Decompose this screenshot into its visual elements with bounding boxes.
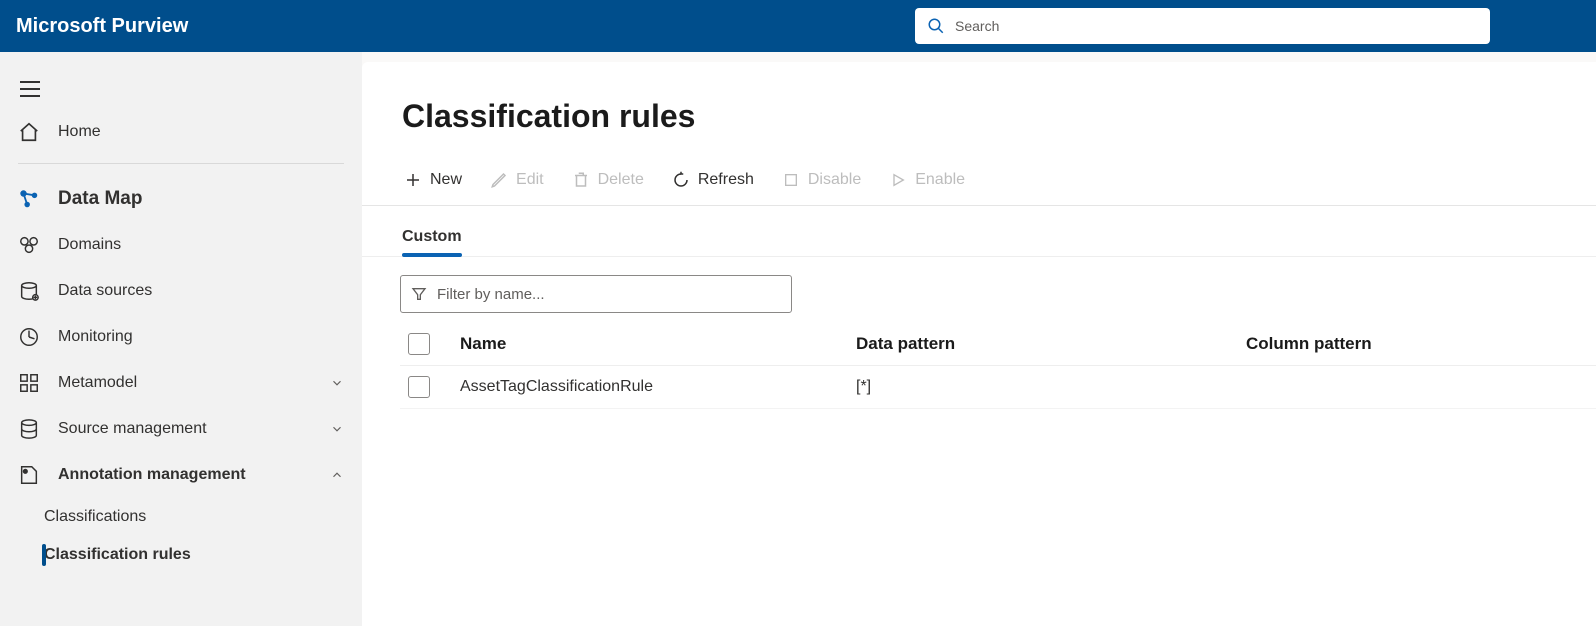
domains-icon (18, 234, 40, 256)
sidebar-item-metamodel[interactable]: Metamodel (0, 360, 362, 406)
cell-datapattern: [*] (856, 378, 1246, 396)
button-label: Refresh (698, 171, 754, 189)
metamodel-icon (18, 372, 40, 394)
sidebar-subitem-label: Classifications (44, 508, 146, 526)
sidebar-item-label: Domains (58, 236, 121, 254)
column-header-datapattern[interactable]: Data pattern (856, 334, 1246, 354)
select-all-checkbox[interactable] (408, 333, 430, 355)
square-icon (782, 171, 800, 189)
page-title: Classification rules (362, 98, 1596, 143)
sidebar-item-label: Home (58, 123, 101, 141)
toolbar: New Edit Delete Refresh (362, 143, 1596, 206)
search-wrap (915, 8, 1490, 44)
refresh-button[interactable]: Refresh (670, 167, 756, 193)
tab-custom[interactable]: Custom (402, 222, 462, 256)
button-label: Disable (808, 171, 861, 189)
sidebar-item-label: Annotation management (58, 466, 246, 484)
play-icon (889, 171, 907, 189)
datasource-icon (18, 280, 40, 302)
filter-icon (411, 286, 427, 302)
monitoring-icon (18, 326, 40, 348)
plus-icon (404, 171, 422, 189)
sidebar-subitem-label: Classification rules (44, 546, 191, 564)
new-button[interactable]: New (402, 167, 464, 193)
enable-button: Enable (887, 167, 967, 193)
main-content: Classification rules New Edit Delete (362, 62, 1596, 626)
sidebar-section-label: Data Map (58, 188, 142, 210)
sidebar-item-label: Data sources (58, 282, 152, 300)
sidebar-section-datamap[interactable]: Data Map (0, 172, 362, 222)
column-header-columnpattern[interactable]: Column pattern (1246, 334, 1596, 354)
rules-table: Name Data pattern Column pattern AssetTa… (400, 323, 1596, 409)
button-label: Enable (915, 171, 965, 189)
tabs: Custom (362, 206, 1596, 257)
chevron-down-icon (330, 422, 344, 436)
sidebar-subitem-classifications[interactable]: Classifications (0, 498, 362, 536)
sidebar-item-domains[interactable]: Domains (0, 222, 362, 268)
sidebar-item-sourcemgmt[interactable]: Source management (0, 406, 362, 452)
filter-box[interactable] (400, 275, 792, 313)
datamap-icon (18, 188, 40, 210)
sidebar-item-annotation[interactable]: Annotation management (0, 452, 362, 498)
refresh-icon (672, 171, 690, 189)
sidebar-item-datasources[interactable]: Data sources (0, 268, 362, 314)
tab-label: Custom (402, 228, 462, 245)
app-header: Microsoft Purview (0, 0, 1596, 52)
sidebar-item-home[interactable]: Home (0, 109, 362, 155)
button-label: New (430, 171, 462, 189)
search-input[interactable] (955, 18, 1478, 34)
trash-icon (572, 171, 590, 189)
table-row[interactable]: AssetTagClassificationRule [*] (400, 366, 1596, 409)
disable-button: Disable (780, 167, 863, 193)
annotation-icon (18, 464, 40, 486)
search-icon (927, 17, 945, 35)
chevron-down-icon (330, 376, 344, 390)
pencil-icon (490, 171, 508, 189)
sidebar-subitem-classification-rules[interactable]: Classification rules (0, 536, 362, 574)
search-box[interactable] (915, 8, 1490, 44)
home-icon (18, 121, 40, 143)
sidebar-item-label: Monitoring (58, 328, 133, 346)
row-checkbox[interactable] (408, 376, 430, 398)
sidebar: Home Data Map Domains (0, 52, 362, 626)
button-label: Delete (598, 171, 644, 189)
sidebar-item-monitoring[interactable]: Monitoring (0, 314, 362, 360)
cell-name[interactable]: AssetTagClassificationRule (456, 378, 856, 396)
filter-input[interactable] (437, 286, 781, 303)
sidebar-item-label: Metamodel (58, 374, 137, 392)
app-title: Microsoft Purview (16, 15, 188, 38)
delete-button: Delete (570, 167, 646, 193)
table-header: Name Data pattern Column pattern (400, 323, 1596, 366)
button-label: Edit (516, 171, 544, 189)
sidebar-item-label: Source management (58, 420, 207, 438)
sourcemgmt-icon (18, 418, 40, 440)
column-header-name[interactable]: Name (456, 334, 856, 354)
edit-button: Edit (488, 167, 546, 193)
chevron-up-icon (330, 468, 344, 482)
hamburger-icon[interactable] (20, 81, 40, 97)
divider (18, 163, 344, 164)
